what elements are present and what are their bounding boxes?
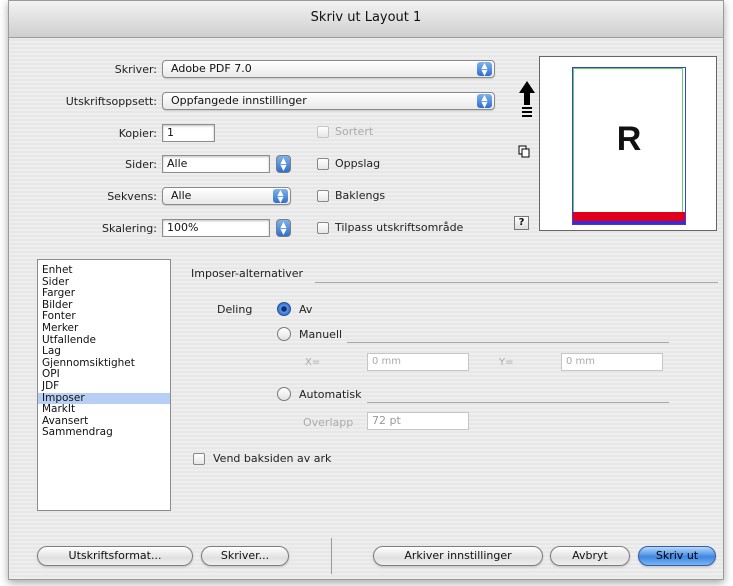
print-dialog: Skriv ut Layout 1 Skriver: Adobe PDF 7.0…: [8, 0, 724, 580]
sequence-label: Sekvens:: [107, 190, 157, 203]
tiling-manual-radio[interactable]: [277, 327, 291, 341]
x-label: X=: [305, 357, 321, 368]
reverse-checkbox[interactable]: [317, 190, 329, 202]
flip-back-label: Vend baksiden av ark: [213, 452, 332, 465]
list-item[interactable]: Merker: [38, 322, 170, 335]
list-item[interactable]: JDF: [38, 380, 170, 393]
sequence-value: Alle: [171, 189, 192, 202]
collate-label: Sortert: [335, 125, 374, 138]
sequence-popup[interactable]: Alle ▲ ▼: [162, 187, 291, 205]
preset-label: Utskriftsoppsett:: [65, 95, 157, 108]
popup-arrows-icon: ▲ ▼: [273, 189, 288, 204]
printer-value: Adobe PDF 7.0: [171, 62, 252, 75]
reverse-label: Baklengs: [335, 189, 386, 202]
page-stack-icon: [518, 145, 530, 158]
spreads-checkbox[interactable]: [317, 158, 329, 170]
preset-value: Oppfangede innstillinger: [171, 94, 307, 107]
x-field[interactable]: 0 mm: [367, 353, 469, 371]
list-item[interactable]: MarkIt: [38, 404, 170, 416]
scale-label: Skalering:: [102, 222, 157, 235]
button-divider: [331, 538, 332, 574]
fit-label: Tilpass utskriftsområde: [335, 221, 464, 234]
title-bar: Skriv ut Layout 1: [9, 1, 723, 38]
preview-bleed-bar: [573, 212, 685, 221]
printer-button[interactable]: Skriver...: [201, 546, 289, 566]
preview-page: R: [572, 67, 686, 225]
overlap-label: Overlapp: [303, 416, 354, 429]
flip-back-checkbox[interactable]: [193, 453, 205, 465]
pages-field[interactable]: Alle: [162, 155, 270, 173]
copies-label: Kopier:: [118, 127, 157, 140]
cancel-button[interactable]: Avbryt: [550, 546, 630, 566]
y-label: Y=: [499, 357, 514, 368]
list-item[interactable]: Enhet: [38, 264, 170, 277]
tiling-manual-label: Manuell: [299, 328, 343, 341]
list-item[interactable]: Lag: [38, 346, 170, 358]
scale-stepper-icon[interactable]: ▲ ▼: [276, 219, 291, 237]
tiling-off-label: Av: [299, 303, 313, 316]
printer-label: Skriver:: [114, 63, 157, 76]
y-field[interactable]: 0 mm: [561, 353, 663, 371]
orientation-arrow-icon[interactable]: [519, 81, 535, 119]
fit-checkbox[interactable]: [317, 222, 329, 234]
spreads-label: Oppslag: [335, 157, 381, 170]
imposer-heading: Imposer-alternativer: [191, 267, 304, 280]
save-settings-button[interactable]: Arkiver innstillinger: [373, 546, 543, 566]
category-list[interactable]: Enhet Sider Farger Bilder Fonter Merker …: [37, 259, 171, 511]
preset-popup[interactable]: Oppfangede innstillinger ▲ ▼: [162, 92, 495, 110]
window-title: Skriv ut Layout 1: [310, 10, 422, 25]
overlap-field[interactable]: 72 pt: [367, 412, 469, 430]
popup-arrows-icon: ▲ ▼: [477, 62, 492, 77]
scale-field[interactable]: 100%: [162, 219, 270, 237]
tiling-auto-label: Automatisk: [299, 388, 362, 401]
print-button[interactable]: Skriv ut: [638, 546, 716, 566]
list-item[interactable]: Sammendrag: [38, 427, 170, 439]
pages-label: Sider:: [125, 158, 157, 171]
printer-popup[interactable]: Adobe PDF 7.0 ▲ ▼: [162, 60, 495, 78]
copies-field[interactable]: 1: [162, 124, 215, 142]
page-preview: R: [539, 56, 717, 231]
help-button[interactable]: ?: [514, 216, 529, 230]
tiling-label: Deling: [217, 303, 253, 316]
tiling-off-radio[interactable]: [277, 302, 291, 316]
heading-divider: [315, 282, 718, 283]
tiling-auto-radio[interactable]: [277, 387, 291, 401]
preview-letter: R: [616, 120, 642, 158]
popup-arrows-icon: ▲ ▼: [477, 94, 492, 109]
page-setup-button[interactable]: Utskriftsformat...: [37, 546, 193, 566]
collate-checkbox[interactable]: [317, 126, 329, 138]
pages-stepper-icon[interactable]: ▲ ▼: [276, 155, 291, 173]
